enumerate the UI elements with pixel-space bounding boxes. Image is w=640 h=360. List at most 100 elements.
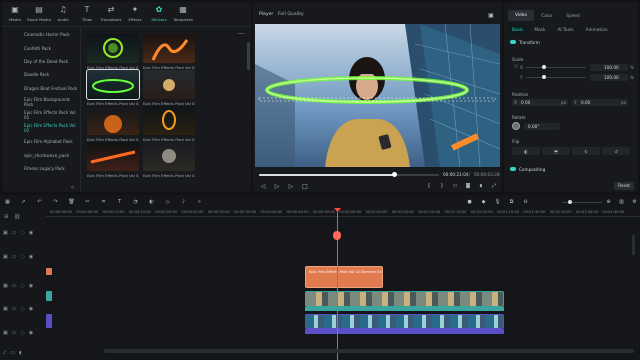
settings-icon[interactable]: ⚙ (631, 198, 638, 206)
sticker-thumb[interactable]: Epic Film Effects Pack Vol 02... (87, 34, 139, 70)
vertical-scrollbar[interactable] (632, 235, 635, 255)
scale-y-slider[interactable] (526, 77, 586, 78)
sticker-thumb[interactable]: Epic Film Effects Pack Vol 02... (143, 106, 195, 142)
tab-speed[interactable]: Speed (560, 10, 586, 22)
redo-icon[interactable]: ↷ (52, 198, 59, 206)
stop-icon[interactable]: □ (301, 182, 309, 190)
category-item[interactable]: Cinematic Horror Pack (2, 28, 80, 41)
tab-color[interactable]: Color (534, 10, 560, 22)
lock-icon[interactable]: ◌ (20, 330, 24, 336)
fullscreen-icon[interactable]: ⤢ (490, 182, 498, 190)
tab-video[interactable]: Video (508, 10, 534, 21)
sticker-clip-small[interactable] (46, 268, 52, 275)
select-icon[interactable]: ➚ (20, 198, 27, 206)
grid-icon[interactable]: ▦ (4, 198, 11, 206)
thumbs-scrollbar[interactable] (247, 42, 250, 70)
category-item[interactable]: Day of the Dead Pack (2, 55, 80, 68)
flip-vertical-icon[interactable]: ⬒ (542, 147, 570, 155)
category-item[interactable]: epic_shockwave_pack (2, 149, 80, 162)
snapshot-icon[interactable]: ▣ (486, 11, 496, 19)
subtab-mask[interactable]: Mask (529, 26, 550, 35)
audio-edit-icon[interactable]: ♪ (180, 198, 187, 206)
quality-select[interactable]: Full Quality (278, 12, 304, 18)
video-clip[interactable] (305, 291, 504, 307)
sticker-thumb[interactable]: Epic Film Effects Pack Vol 02... (143, 34, 195, 70)
category-item[interactable]: Dragon Boat Festival Pack (2, 82, 80, 95)
playback-scrubber[interactable] (392, 172, 397, 177)
scale-x-handle[interactable] (542, 65, 546, 69)
category-item[interactable]: Confetti Pack (2, 41, 80, 54)
stickers-tab[interactable]: ✿ Stickers (147, 2, 171, 24)
play-icon[interactable]: ▷ (273, 182, 281, 190)
transform-toggle[interactable] (510, 40, 516, 44)
timeline-scrollbar[interactable] (104, 349, 634, 353)
category-item[interactable]: Epic Film Backgrounds Pack (2, 95, 80, 108)
text-icon[interactable]: T (116, 198, 123, 206)
undo-icon[interactable]: ↶ (36, 198, 43, 206)
prev-frame-icon[interactable]: ◁ (259, 182, 267, 190)
audio-tab[interactable]: ♫ Audio (51, 2, 75, 24)
folder-icon[interactable]: ▭ (10, 350, 15, 356)
sticker-thumb[interactable]: Epic Film Effects Pack Vol 02... (87, 142, 139, 178)
video-clip-small[interactable] (46, 291, 52, 301)
folder-icon[interactable]: ▭ (12, 254, 17, 260)
zoom-in-icon[interactable]: ⊕ (605, 198, 612, 206)
subtab-animation[interactable]: Animation (581, 26, 613, 35)
link-tracks-icon[interactable]: ⛓ (14, 214, 20, 220)
lock-icon[interactable]: ◌ (20, 283, 24, 289)
scale-y-handle[interactable] (542, 75, 546, 79)
category-item[interactable]: Epic Film Alphabet Pack (2, 135, 80, 148)
folder-icon[interactable]: ▭ (12, 283, 17, 289)
next-frame-icon[interactable]: ▷ (287, 182, 295, 190)
effects-tab[interactable]: ✦ Effects (123, 2, 147, 24)
folder-icon[interactable]: ▭ (12, 306, 17, 312)
lock-icon[interactable]: ◌ (20, 254, 24, 260)
render-icon[interactable]: ● (466, 198, 473, 206)
compositing-toggle[interactable] (510, 167, 516, 171)
titles-tab[interactable]: T Titles (75, 2, 99, 24)
crop-icon[interactable]: ⌗ (100, 198, 107, 206)
rotate-cw-icon[interactable]: ↻ (572, 147, 600, 155)
category-item-active[interactable]: Epic Film Effects Pack Vol 02 (2, 122, 80, 135)
playhead-marker[interactable] (333, 231, 341, 240)
layout-icon[interactable]: ▥ (618, 198, 625, 206)
category-item[interactable]: Epic Film Effects Pack Vol 01 (2, 108, 80, 121)
lock-icon[interactable]: ◌ (20, 230, 24, 236)
lock-icon[interactable]: ◌ (20, 306, 24, 312)
eye-icon[interactable]: ◉ (29, 230, 33, 236)
folder-icon[interactable]: ▭ (12, 230, 17, 236)
more-tools-icon[interactable]: » (196, 198, 203, 206)
color-icon[interactable]: ◐ (148, 198, 155, 206)
collapse-icon[interactable]: « (68, 183, 77, 191)
speed-icon[interactable]: ◔ (132, 198, 139, 206)
mark-out-icon[interactable]: } (438, 182, 446, 190)
transitions-tab[interactable]: ⇄ Transitions (99, 2, 123, 24)
mute-icon[interactable]: ◖ (19, 350, 22, 356)
sticker-clip[interactable]: Epic Film Effects Pack Vol 02 Element 03 (305, 266, 383, 288)
category-item[interactable]: Fitness Legacy Pack (2, 162, 80, 175)
audio-clip-small[interactable] (46, 314, 52, 328)
subtab-basic[interactable]: Basic (508, 26, 528, 35)
rotate-ccw-icon[interactable]: ↺ (602, 147, 630, 155)
marker-icon[interactable]: ◆ (480, 198, 487, 206)
reset-button[interactable]: Reset (614, 182, 634, 190)
media-tab[interactable]: ▣ Media (3, 2, 27, 24)
display-icon[interactable]: ▭ (451, 182, 459, 190)
add-track-icon[interactable]: ⊞ (4, 214, 8, 220)
category-item[interactable]: Doodle Pack (2, 68, 80, 81)
flip-horizontal-icon[interactable]: ◧ (512, 147, 540, 155)
keyframe-icon[interactable]: ◇ (164, 198, 171, 206)
templates-tab[interactable]: ▦ Templates (171, 2, 195, 24)
sticker-thumb[interactable]: Epic Film Effects Pack Vol 02... (143, 142, 195, 178)
eye-icon[interactable]: ◉ (29, 254, 33, 260)
audio-video-clip[interactable] (305, 314, 504, 329)
eye-icon[interactable]: ◉ (29, 283, 33, 289)
mark-in-icon[interactable]: { (425, 182, 433, 190)
audio-icon[interactable]: ◖ (477, 182, 485, 190)
folder-icon[interactable]: ▭ (12, 330, 17, 336)
link-icon[interactable] (514, 64, 518, 68)
eye-icon[interactable]: ◉ (29, 330, 33, 336)
eye-icon[interactable]: ◉ (29, 306, 33, 312)
sticker-thumb[interactable]: Epic Film Effects Pack Vol 02... (143, 70, 195, 106)
stock-media-tab[interactable]: ▤ Stock Media (27, 2, 51, 24)
